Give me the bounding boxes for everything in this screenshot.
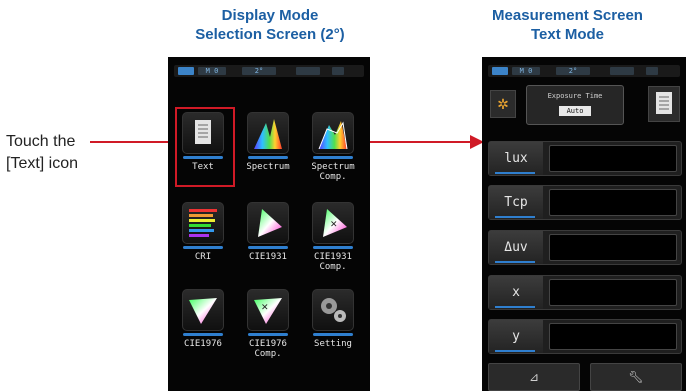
row-accent-bar [495, 261, 535, 263]
tile-label: Text [192, 162, 214, 172]
cie1931-icon [247, 202, 289, 244]
tile-cie1976-comp[interactable]: ✕ CIE1976 Comp. [238, 289, 298, 359]
tile-spectrum[interactable]: Spectrum [238, 112, 298, 172]
row-accent-bar [495, 350, 535, 352]
tile-accent-bar [183, 156, 223, 159]
tile-accent-bar [313, 333, 353, 336]
tile-cie1931[interactable]: CIE1931 [238, 202, 298, 262]
spectrum-icon [247, 112, 289, 154]
measurement-row-label: x [489, 276, 543, 309]
tile-label: CRI [194, 252, 212, 262]
tile-cie1931-comp[interactable]: ✕ CIE1931 Comp. [303, 202, 363, 272]
status-bar: M 0 2° [174, 65, 364, 77]
exposure-time-label: Exposure Time [547, 92, 603, 100]
display-mode-selection-screen: M 0 2° Text Spectrum Spectrum Comp. CRI CIE1… [168, 57, 370, 391]
text-document-icon [182, 112, 224, 154]
measurement-row-value [549, 234, 677, 261]
status-bar: M 0 2° [488, 65, 680, 77]
display-mode-heading: Display Mode Selection Screen (2°) [150, 6, 390, 44]
svg-text:✕: ✕ [261, 302, 269, 312]
heading-line-1: Display Mode [221, 7, 319, 24]
tile-accent-bar [183, 333, 223, 336]
measurement-row-label: lux [489, 142, 543, 175]
measurement-row[interactable]: lux [488, 141, 682, 176]
tile-cri[interactable]: CRI [173, 202, 233, 262]
sun-icon: ✲ [497, 96, 509, 112]
tile-accent-bar [313, 246, 353, 249]
wrench-icon: 🔧︎ [628, 370, 644, 384]
measurement-row[interactable]: Δuv [488, 230, 682, 265]
memory-indicator: M 0 [512, 67, 540, 75]
cie1976-comp-icon: ✕ [247, 289, 289, 331]
measurement-row-label: Tcp [489, 186, 543, 219]
delta-icon: ⊿ [528, 370, 540, 384]
measurement-row-value [549, 145, 677, 172]
exposure-time-value: Auto [558, 106, 592, 116]
callout-leader-line [90, 141, 177, 143]
connection-icon [296, 67, 320, 75]
cie1931-comp-icon: ✕ [312, 202, 354, 244]
row-accent-bar [495, 172, 535, 174]
tile-text-document[interactable]: Text [173, 112, 233, 172]
exposure-time-box[interactable]: Exposure Time Auto [526, 85, 624, 125]
measurement-row[interactable]: x [488, 275, 682, 310]
delta-button[interactable]: ⊿ [488, 363, 580, 391]
tile-accent-bar [248, 246, 288, 249]
measurement-row[interactable]: Tcp [488, 185, 682, 220]
angle-indicator: 2° [242, 67, 276, 75]
tile-accent-bar [183, 246, 223, 249]
tile-label: CIE1976 Comp. [249, 339, 287, 359]
tool-button[interactable]: 🔧︎ [590, 363, 682, 391]
row-accent-bar [495, 306, 535, 308]
angle-indicator: 2° [556, 67, 590, 75]
row-accent-bar [495, 216, 535, 218]
cri-icon [182, 202, 224, 244]
tile-setting-gear[interactable]: Setting [303, 289, 363, 349]
instruction-line-2: [Text] icon [6, 155, 79, 172]
setting-gear-icon [312, 289, 354, 331]
spectrum-comp-icon [312, 112, 354, 154]
heading-line-2: Selection Screen (2°) [195, 26, 345, 43]
tile-label: CIE1931 [249, 252, 287, 262]
usb-icon [646, 67, 658, 75]
tile-label: CIE1931 Comp. [314, 252, 352, 272]
battery-icon [178, 67, 194, 75]
measurement-row-value [549, 323, 677, 350]
tile-spectrum-comp[interactable]: Spectrum Comp. [303, 112, 363, 182]
text-document-icon [656, 92, 672, 114]
tile-accent-bar [248, 333, 288, 336]
measurement-text-screen: M 0 2° ✲ Exposure Time Auto lux Tcp Δuv x y … [482, 57, 686, 391]
measurement-screen-heading: Measurement Screen Text Mode [440, 6, 695, 44]
light-source-button[interactable]: ✲ [490, 90, 516, 118]
tile-label: CIE1976 [184, 339, 222, 349]
heading-line-2: Text Mode [530, 26, 605, 43]
measurement-top-bar: ✲ Exposure Time Auto [488, 83, 680, 125]
tile-cie1976[interactable]: CIE1976 [173, 289, 233, 349]
usb-icon [332, 67, 344, 75]
measurement-row-label: Δuv [489, 231, 543, 264]
memory-indicator: M 0 [198, 67, 226, 75]
cie1976-icon [182, 289, 224, 331]
display-mode-button[interactable] [648, 86, 680, 122]
measurement-row-value [549, 279, 677, 306]
svg-text:✕: ✕ [330, 219, 338, 229]
tile-accent-bar [248, 156, 288, 159]
instruction-line-1: Touch the [6, 133, 76, 150]
tile-label: Setting [314, 339, 352, 349]
heading-line-1: Measurement Screen [492, 7, 643, 24]
measurement-row-label: y [489, 320, 543, 353]
tile-label: Spectrum [246, 162, 290, 172]
measurement-row-value [549, 189, 677, 216]
connection-icon [610, 67, 634, 75]
tile-accent-bar [313, 156, 353, 159]
battery-icon [492, 67, 508, 75]
touch-instruction: Touch the [Text] icon [6, 131, 78, 175]
measurement-row[interactable]: y [488, 319, 682, 354]
tile-label: Spectrum Comp. [311, 162, 355, 182]
